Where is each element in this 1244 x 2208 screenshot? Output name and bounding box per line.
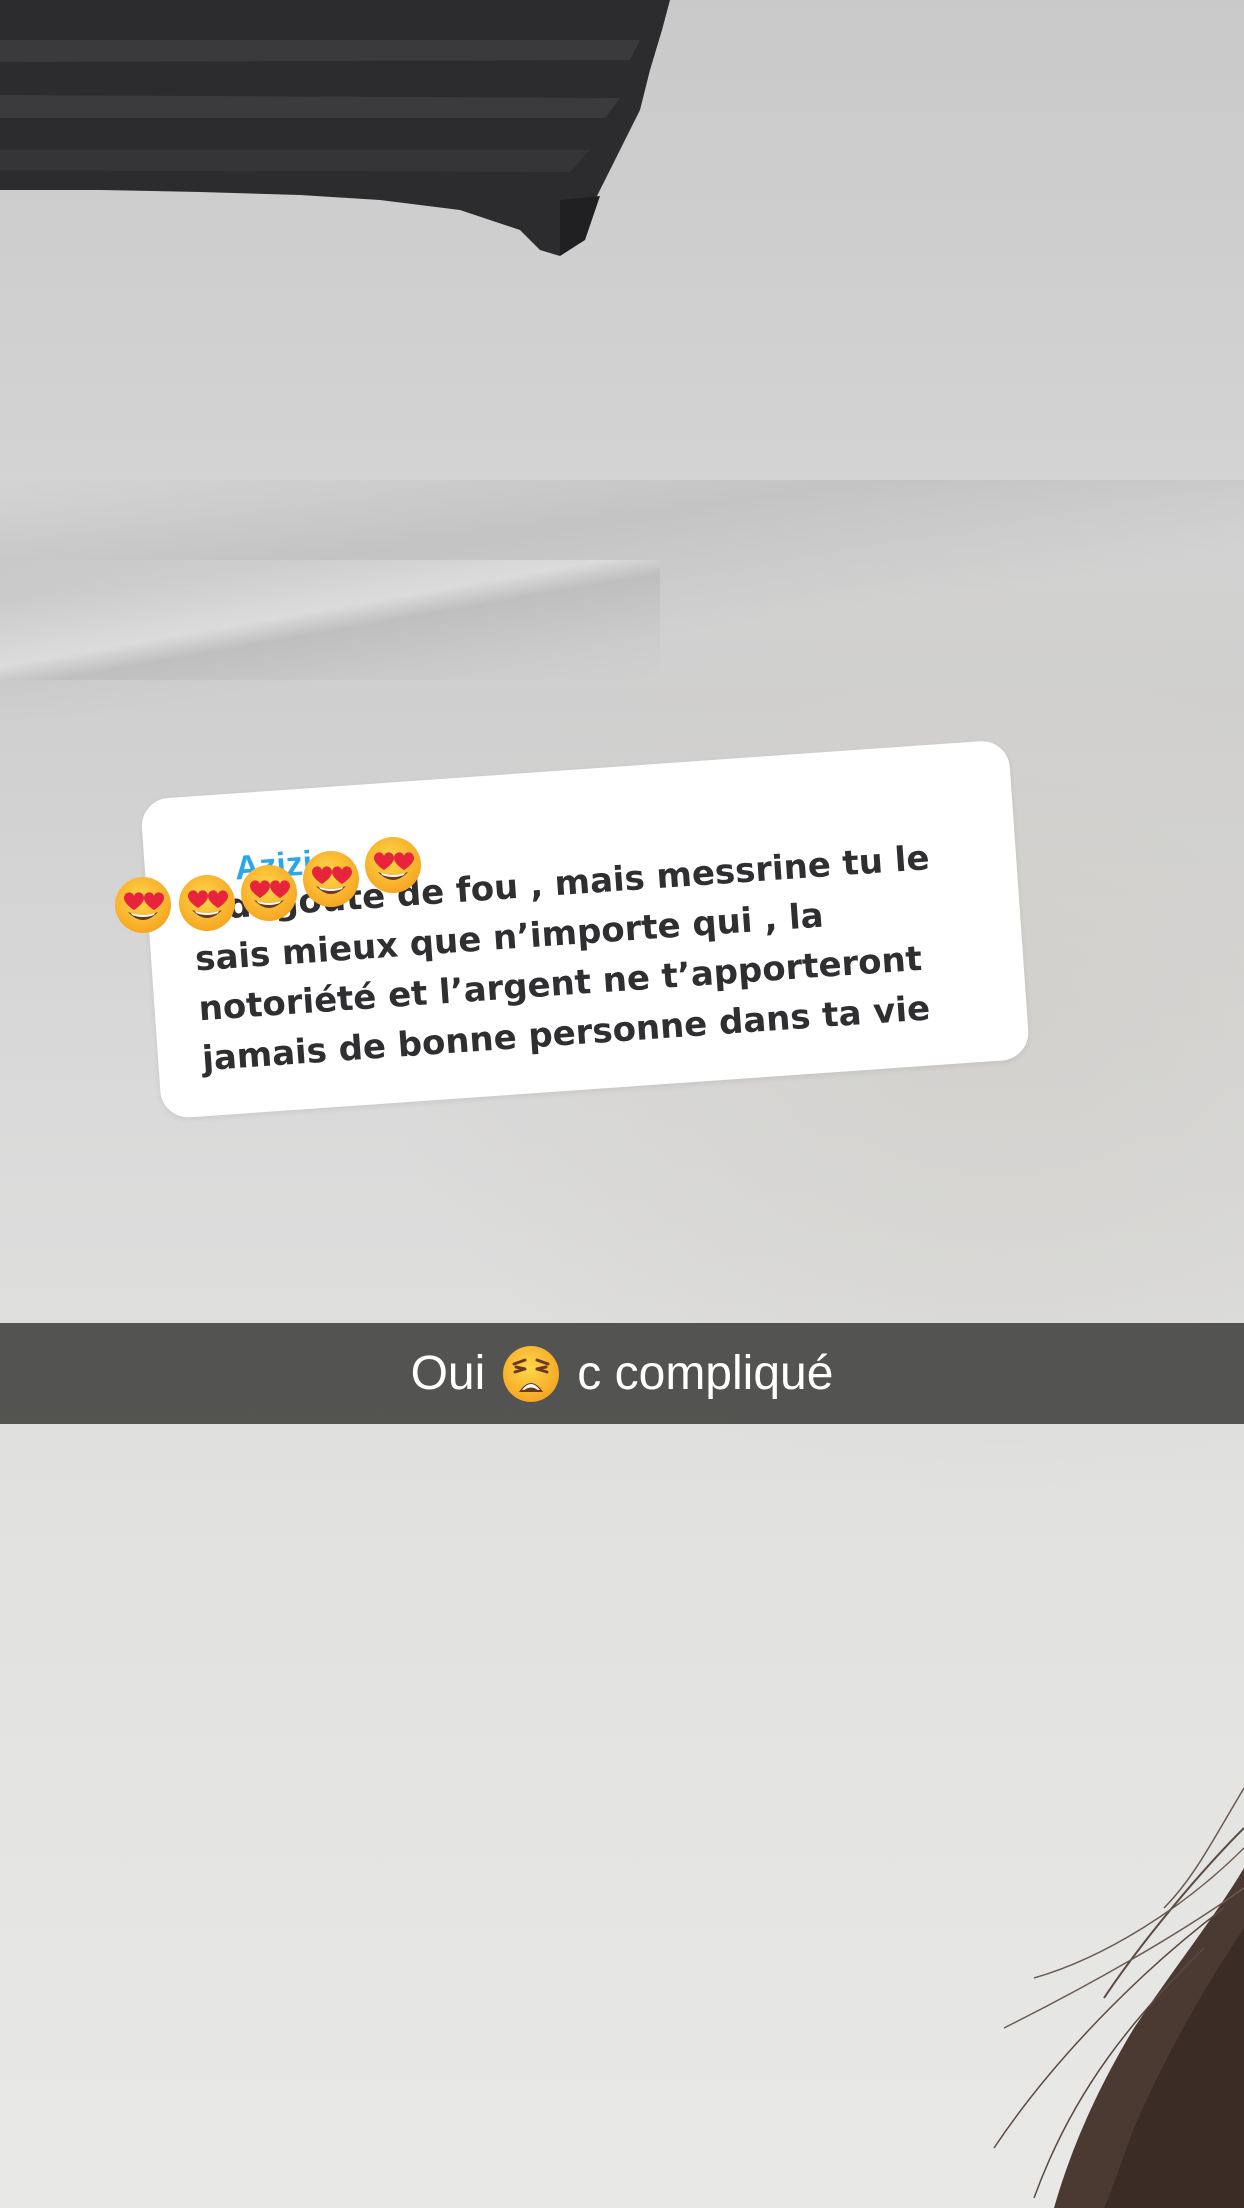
weary-face-icon bbox=[503, 1345, 560, 1402]
caption-text-before: Oui bbox=[410, 1347, 486, 1400]
caption-text-after: c compliqué bbox=[577, 1347, 834, 1400]
caption-text: Oui c compliqué bbox=[410, 1344, 834, 1404]
curtain-image bbox=[0, 0, 670, 256]
reply-sticker[interactable]: Azizie il degoute de fou , mais messrine… bbox=[140, 739, 1031, 1120]
ceiling-edge bbox=[0, 560, 660, 680]
caption-bar[interactable]: Oui c compliqué bbox=[0, 1323, 1244, 1424]
hair-image bbox=[993, 1787, 1244, 2208]
